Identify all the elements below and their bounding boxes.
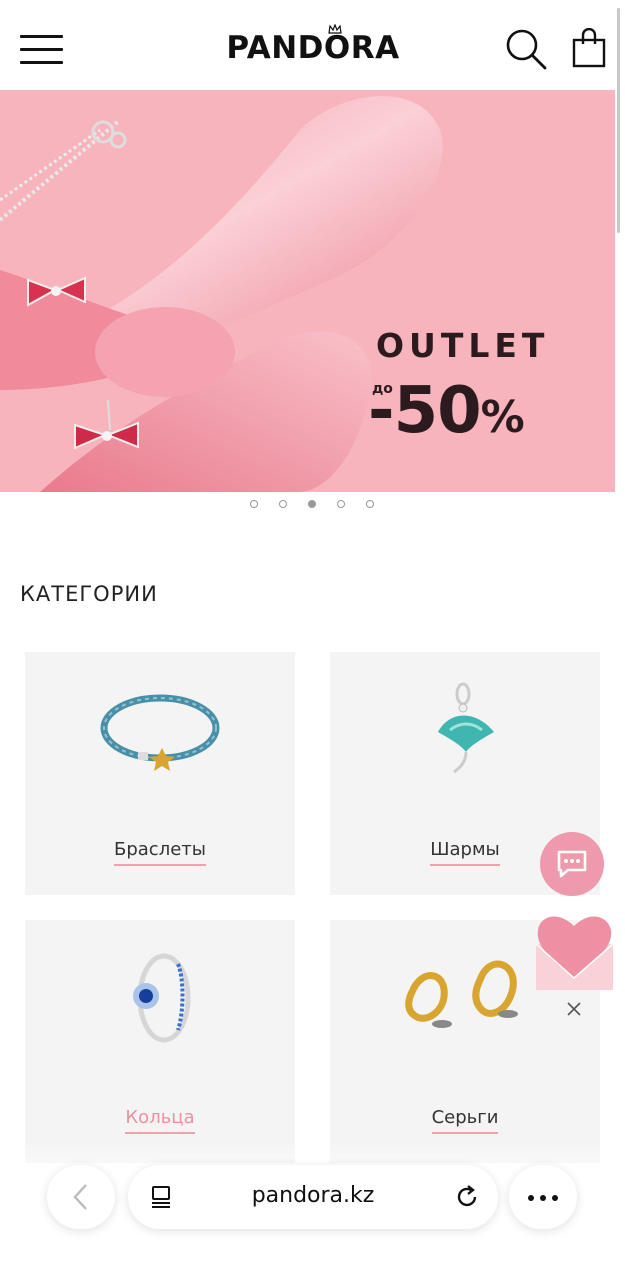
address-bar[interactable]: pandora.kz <box>128 1165 498 1229</box>
chevron-left-icon <box>73 1184 87 1210</box>
hero-discount: -50% <box>368 374 525 448</box>
hero-discount-value: -50 <box>368 374 482 448</box>
earring-top-icon <box>91 120 127 149</box>
category-label-text: Шармы <box>430 839 500 866</box>
browser-more-button[interactable] <box>509 1165 577 1229</box>
close-icon[interactable] <box>566 1001 582 1017</box>
category-label: Серьги <box>330 1107 600 1134</box>
category-label-text: Браслеты <box>114 839 206 866</box>
carousel-dot-5[interactable] <box>366 500 374 508</box>
hero-headline: OUTLET <box>376 326 550 365</box>
browser-back-button[interactable] <box>47 1165 115 1229</box>
hero-banner[interactable]: OUTLET до -50% <box>0 90 615 492</box>
category-card-rings[interactable]: Кольца <box>25 920 295 1163</box>
hamburger-menu-icon[interactable] <box>20 35 63 65</box>
url-text[interactable]: pandora.kz <box>128 1183 498 1208</box>
hero-percent: % <box>480 392 525 443</box>
charm-icon <box>438 682 494 774</box>
category-label-text: Серьги <box>431 1107 499 1134</box>
category-label: Браслеты <box>25 839 295 866</box>
category-label-text: Кольца <box>125 1107 195 1134</box>
bracelet-icon <box>100 694 220 771</box>
reload-icon[interactable] <box>454 1184 480 1210</box>
chat-bubble-icon <box>557 850 587 878</box>
categories-title: КАТЕГОРИИ <box>20 582 158 606</box>
category-card-bracelets[interactable]: Браслеты <box>25 652 295 895</box>
category-label: Кольца <box>25 1107 295 1134</box>
carousel-dot-4[interactable] <box>337 500 345 508</box>
shopping-bag-icon[interactable] <box>572 28 606 68</box>
heart-icon[interactable] <box>536 910 613 990</box>
chat-button[interactable] <box>540 832 604 896</box>
scrollbar[interactable] <box>617 8 620 233</box>
carousel-dot-3[interactable] <box>308 500 316 508</box>
carousel-dot-1[interactable] <box>250 500 258 508</box>
site-header: PANDORA <box>0 0 625 92</box>
search-icon[interactable] <box>505 28 547 70</box>
ring-icon <box>133 953 191 1043</box>
earrings-icon <box>405 960 518 1028</box>
pandora-logo[interactable]: PANDORA <box>218 30 408 70</box>
carousel-dot-2[interactable] <box>279 500 287 508</box>
